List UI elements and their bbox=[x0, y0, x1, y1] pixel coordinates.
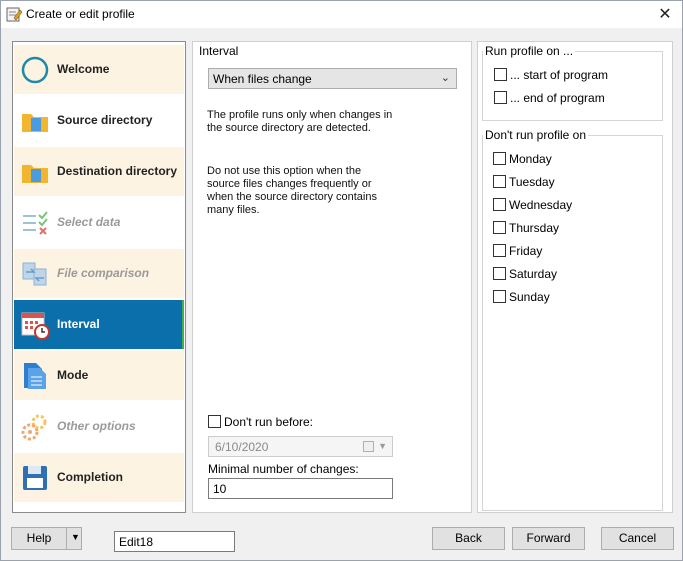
dont-run-before-date: 6/10/2020 ▼ bbox=[208, 436, 393, 457]
dont-run-before-checkbox[interactable] bbox=[208, 415, 221, 428]
monday-label: Monday bbox=[509, 152, 552, 166]
start-of-program-checkbox[interactable] bbox=[494, 68, 507, 81]
nav-item-completion[interactable]: Completion bbox=[14, 453, 184, 502]
nav-item-interval[interactable]: Interval bbox=[14, 300, 184, 349]
title-bar: Create or edit profile ✕ bbox=[1, 1, 682, 28]
friday-label: Friday bbox=[509, 244, 543, 258]
edit-field-value: Edit18 bbox=[119, 535, 154, 549]
wednesday-checkbox[interactable] bbox=[493, 198, 506, 211]
back-button-label: Back bbox=[455, 531, 482, 545]
calendar-icon bbox=[363, 441, 374, 452]
dont-run-on-group bbox=[482, 135, 663, 511]
min-changes-label: Minimal number of changes: bbox=[208, 462, 359, 476]
caret-down-icon: ▼ bbox=[71, 532, 80, 542]
file-comparison-icon bbox=[22, 262, 47, 286]
profile-dialog: Create or edit profile ✕ Welcome Source … bbox=[0, 0, 683, 561]
thursday-label: Thursday bbox=[509, 221, 560, 235]
interval-warning: Do not use this option when the source f… bbox=[207, 165, 377, 216]
min-changes-value: 10 bbox=[213, 482, 227, 496]
dont-run-before-label: Don't run before: bbox=[224, 415, 314, 429]
help-dropdown-button[interactable]: ▼ bbox=[66, 527, 82, 550]
folder-icon bbox=[22, 165, 48, 183]
cancel-button-label: Cancel bbox=[618, 531, 657, 545]
sunday-label: Sunday bbox=[509, 290, 550, 304]
interval-type-select[interactable]: When files change ⌄ bbox=[208, 68, 457, 89]
close-icon: ✕ bbox=[658, 6, 672, 23]
end-of-program-label: ... end of program bbox=[510, 91, 605, 105]
forward-button-label: Forward bbox=[526, 531, 571, 545]
app-edit-icon bbox=[6, 7, 22, 22]
sunday-checkbox[interactable] bbox=[493, 290, 506, 303]
edit-field[interactable]: Edit18 bbox=[114, 531, 235, 552]
forward-button[interactable]: Forward bbox=[512, 527, 585, 550]
nav-item-label: Mode bbox=[57, 368, 89, 382]
chevron-down-icon: ⌄ bbox=[440, 72, 450, 84]
window-title: Create or edit profile bbox=[26, 7, 135, 21]
start-of-program-label: ... start of program bbox=[510, 68, 609, 82]
nav-item-label: Welcome bbox=[57, 62, 110, 76]
nav-item-mode[interactable]: Mode bbox=[14, 351, 184, 400]
interval-group-label: Interval bbox=[197, 44, 241, 58]
close-button[interactable]: ✕ bbox=[648, 1, 682, 28]
nav-item-label: Other options bbox=[57, 419, 136, 433]
nav-item-welcome[interactable]: Welcome bbox=[14, 45, 184, 94]
nav-item-label: Completion bbox=[57, 470, 123, 484]
saturday-label: Saturday bbox=[509, 267, 558, 281]
tuesday-checkbox[interactable] bbox=[493, 175, 506, 188]
nav-item-source-directory[interactable]: Source directory bbox=[14, 96, 184, 145]
friday-checkbox[interactable] bbox=[493, 244, 506, 257]
gears-icon bbox=[21, 414, 47, 441]
tuesday-label: Tuesday bbox=[509, 175, 555, 189]
nav-item-file-comparison[interactable]: File comparison bbox=[14, 249, 184, 298]
calendar-clock-icon bbox=[21, 312, 50, 340]
saturday-checkbox[interactable] bbox=[493, 267, 506, 280]
date-value: 6/10/2020 bbox=[215, 440, 269, 454]
document-icon bbox=[24, 363, 46, 389]
floppy-disk-icon bbox=[23, 466, 47, 490]
run-profile-on-group bbox=[482, 51, 663, 121]
welcome-circle-icon bbox=[21, 56, 49, 84]
nav-item-label: Interval bbox=[57, 317, 100, 331]
back-button[interactable]: Back bbox=[432, 527, 505, 550]
nav-item-label: Source directory bbox=[57, 113, 153, 127]
interval-description: The profile runs only when changes in th… bbox=[207, 109, 393, 134]
chevron-down-icon: ▼ bbox=[378, 441, 387, 451]
nav-item-destination-directory[interactable]: Destination directory bbox=[14, 147, 184, 196]
thursday-checkbox[interactable] bbox=[493, 221, 506, 234]
interval-type-value: When files change bbox=[213, 72, 312, 86]
nav-item-label: File comparison bbox=[57, 266, 150, 280]
wizard-navigation: Welcome Source directory Destination dir… bbox=[12, 41, 186, 513]
min-changes-input[interactable]: 10 bbox=[208, 478, 393, 499]
wednesday-label: Wednesday bbox=[509, 198, 573, 212]
select-data-icon bbox=[23, 211, 48, 235]
end-of-program-checkbox[interactable] bbox=[494, 91, 507, 104]
folder-icon bbox=[22, 114, 48, 132]
nav-item-select-data[interactable]: Select data bbox=[14, 198, 184, 247]
nav-item-label: Destination directory bbox=[57, 164, 178, 178]
nav-item-label: Select data bbox=[57, 215, 121, 229]
dont-run-on-label: Don't run profile on bbox=[483, 128, 589, 142]
run-profile-on-label: Run profile on ... bbox=[483, 44, 576, 58]
help-button-label: Help bbox=[26, 531, 52, 545]
monday-checkbox[interactable] bbox=[493, 152, 506, 165]
cancel-button[interactable]: Cancel bbox=[601, 527, 674, 550]
nav-item-other-options[interactable]: Other options bbox=[14, 402, 184, 451]
